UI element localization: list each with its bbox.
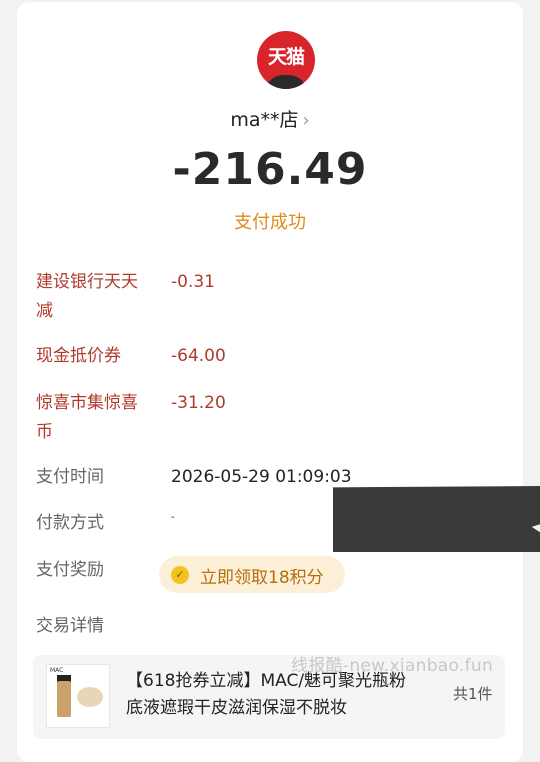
discount-label-coins: 惊喜市集惊喜币 — [36, 393, 138, 442]
pay-time-value: 2026-05-29 01:09:03 — [171, 467, 352, 487]
pay-time-label: 支付时间 — [36, 467, 104, 487]
claim-points-label: 立即领取18积分 — [200, 568, 324, 588]
foundation-bottle-icon — [57, 681, 71, 717]
discount-label-bank: 建设银行天天减 — [36, 272, 138, 321]
tmall-logo: 天猫 — [257, 31, 315, 89]
redaction-block — [333, 486, 540, 552]
payment-status: 支付成功 — [234, 212, 306, 233]
shop-name-link[interactable]: ma**店 › — [0, 105, 540, 132]
payment-amount: -216.49 — [172, 144, 368, 195]
pay-method-label: 付款方式 — [36, 513, 104, 533]
product-brand-mark: MAC — [50, 667, 64, 674]
chevron-right-icon: › — [302, 110, 310, 131]
discount-value-coins: -31.20 — [171, 393, 226, 413]
watermark: 线报酷-new.xianbao.fun — [291, 656, 494, 676]
shop-name: ma**店 — [230, 109, 299, 131]
trade-details-label: 交易详情 — [36, 616, 104, 636]
discount-value-bank: -0.31 — [171, 272, 215, 292]
product-count: 共1件 — [453, 685, 493, 703]
pay-method-value: - — [171, 512, 175, 523]
tmall-logo-text: 天猫 — [267, 46, 305, 68]
product-thumbnail: MAC — [46, 664, 110, 728]
reward-label: 支付奖励 — [36, 560, 104, 580]
tmall-cat-icon — [265, 75, 307, 89]
coin-icon: ✓ — [171, 566, 189, 584]
discount-value-coupon: -64.00 — [171, 346, 226, 366]
claim-points-button[interactable]: ✓ 立即领取18积分 — [159, 556, 345, 593]
product-title: 【618抢券立减】MAC/魅可聚光瓶粉底液遮瑕干皮滋润保湿不脱妆 — [126, 671, 407, 718]
discount-label-coupon: 现金抵价券 — [36, 346, 121, 366]
swatch-icon — [77, 687, 103, 707]
